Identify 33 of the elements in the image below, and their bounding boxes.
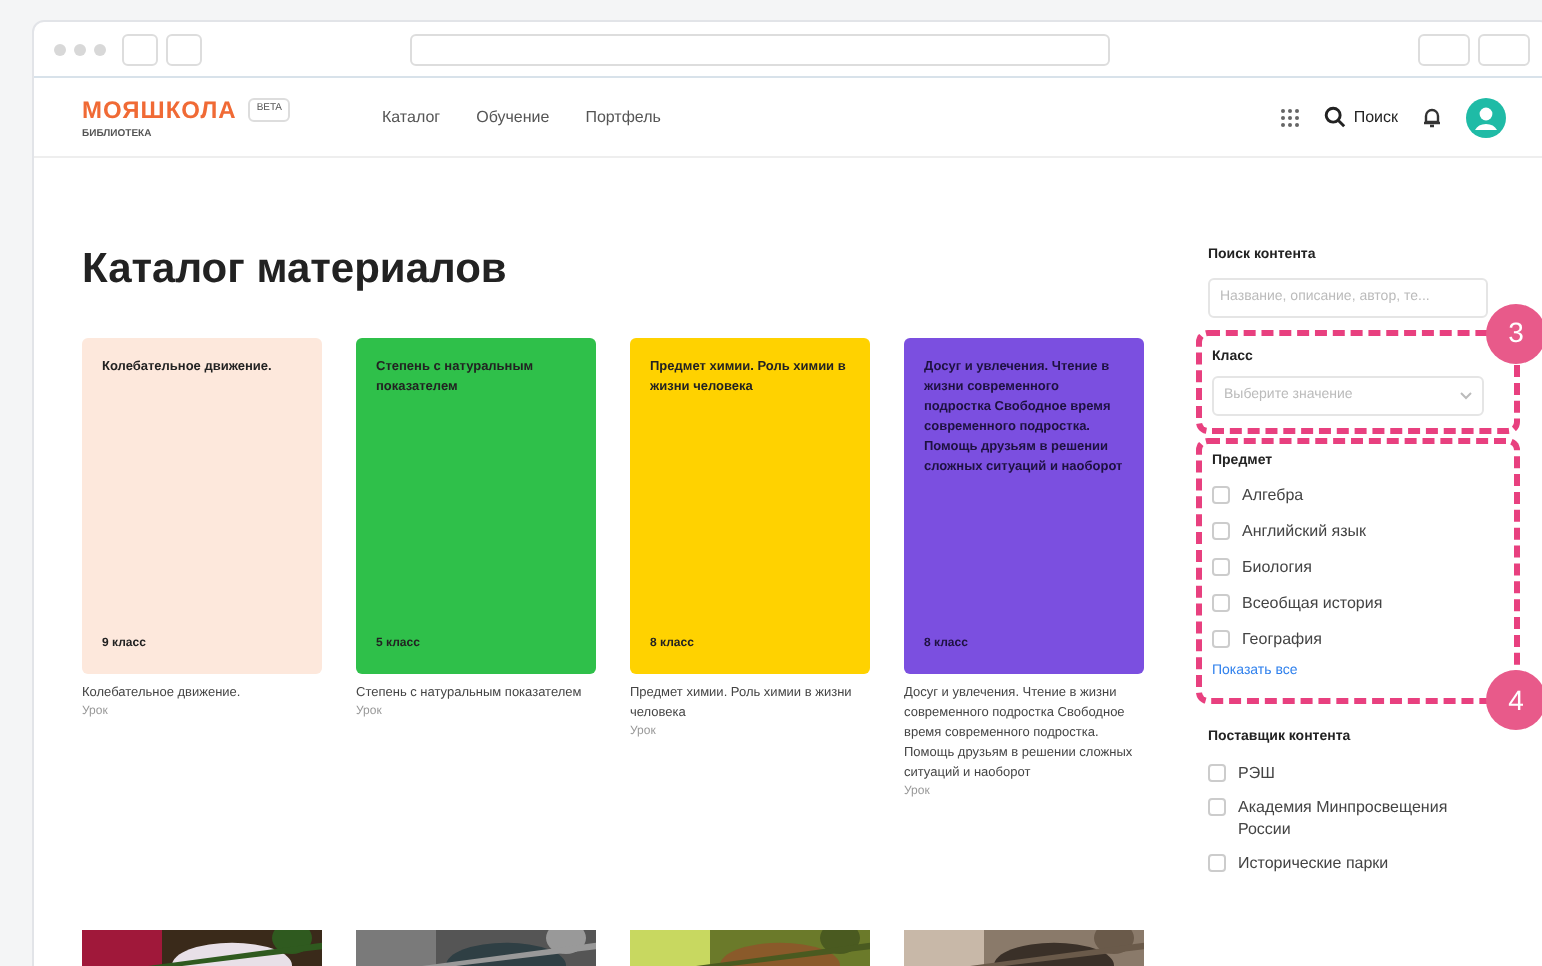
checkbox-label: РЭШ [1238, 761, 1275, 783]
checkbox-label: Алгебра [1242, 483, 1304, 505]
nav-link[interactable]: Обучение [476, 105, 550, 129]
chevron-down-icon [1460, 392, 1472, 400]
checkbox[interactable] [1208, 853, 1226, 871]
checkbox-label: Исторические парки [1238, 851, 1389, 873]
checkbox[interactable] [1208, 763, 1226, 781]
checkbox-label: Всеобщая история [1242, 591, 1383, 613]
nav-link[interactable]: Каталог [382, 105, 441, 129]
page-title: Каталог материалов [82, 244, 509, 296]
avatar-icon[interactable] [1466, 97, 1506, 137]
bell-icon[interactable] [1422, 106, 1442, 128]
toolbar-button[interactable] [1418, 33, 1470, 65]
checkbox[interactable] [1212, 557, 1230, 575]
toolbar-button[interactable] [1478, 33, 1530, 65]
search-icon [1323, 106, 1346, 128]
checkbox-label: Английский язык [1242, 519, 1367, 541]
forward-button[interactable] [166, 33, 202, 65]
checkbox[interactable] [1212, 521, 1230, 539]
checkbox[interactable] [1212, 485, 1230, 503]
checkbox[interactable] [1212, 629, 1230, 647]
grid-icon[interactable] [1279, 107, 1300, 127]
checkbox-label: Академия Минпросвещения России [1238, 795, 1450, 839]
checkbox-label: География [1242, 627, 1322, 649]
annotation-badge: 3 [1486, 303, 1542, 363]
search-button[interactable]: Поиск [1323, 105, 1398, 129]
checkbox[interactable] [1212, 593, 1230, 611]
checkbox[interactable] [1208, 797, 1226, 815]
back-button[interactable] [122, 33, 158, 65]
annotation-badge: 4 [1486, 670, 1542, 730]
nav-link[interactable]: Портфель [585, 105, 661, 129]
checkbox-label: Биология [1242, 555, 1312, 577]
address-bar[interactable] [410, 33, 1110, 65]
